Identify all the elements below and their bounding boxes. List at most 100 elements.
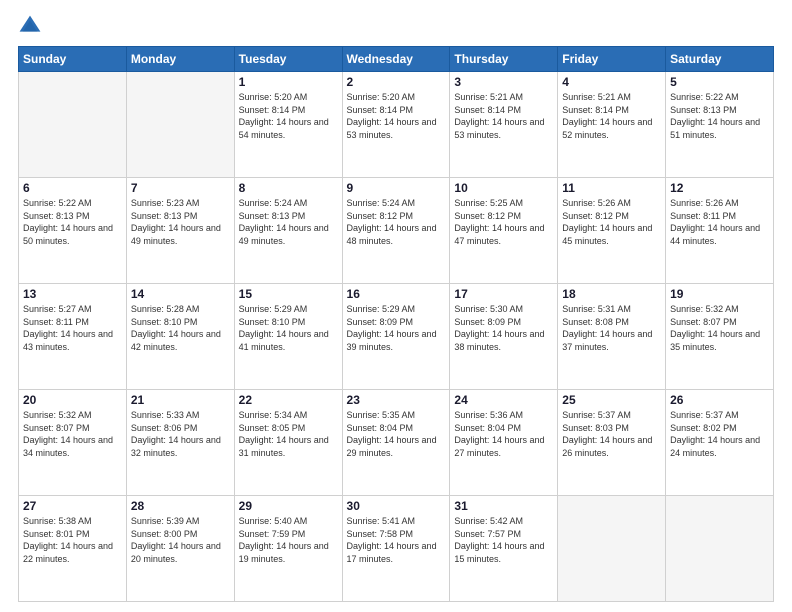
calendar-week-row: 1 Sunrise: 5:20 AM Sunset: 8:14 PM Daylig…: [19, 72, 774, 178]
day-number: 17: [454, 287, 553, 301]
day-info: Sunrise: 5:34 AM Sunset: 8:05 PM Dayligh…: [239, 409, 338, 459]
day-info: Sunrise: 5:40 AM Sunset: 7:59 PM Dayligh…: [239, 515, 338, 565]
day-number: 11: [562, 181, 661, 195]
calendar-cell: 8Sunrise: 5:24 AM Sunset: 8:13 PM Daylig…: [234, 178, 342, 284]
day-number: 22: [239, 393, 338, 407]
day-number: 14: [131, 287, 230, 301]
day-info: Sunrise: 5:26 AM Sunset: 8:12 PM Dayligh…: [562, 197, 661, 247]
day-info: Sunrise: 5:22 AM Sunset: 8:13 PM Dayligh…: [670, 91, 769, 141]
calendar-cell: 30 Sunrise: 5:41 AM Sunset: 7:58 PM Dayli…: [342, 496, 450, 602]
day-info: Sunrise: 5:20 AM Sunset: 8:14 PM Dayligh…: [239, 91, 338, 141]
day-info: Sunrise: 5:21 AM Sunset: 8:14 PM Dayligh…: [454, 91, 553, 141]
calendar-cell: 20 Sunrise: 5:32 AM Sunset: 8:07 PM Dayli…: [19, 390, 127, 496]
day-info: Sunrise: 5:32 AM Sunset: 8:07 PM Dayligh…: [670, 303, 769, 353]
day-info: Sunrise: 5:20 AM Sunset: 8:14 PM Dayligh…: [347, 91, 446, 141]
calendar-week-row: 27Sunrise: 5:38 AM Sunset: 8:01 PM Dayli…: [19, 496, 774, 602]
calendar-cell: 13Sunrise: 5:27 AM Sunset: 8:11 PM Dayli…: [19, 284, 127, 390]
day-number: 3: [454, 75, 553, 89]
calendar-day-header: Tuesday: [234, 47, 342, 72]
day-info: Sunrise: 5:41 AM Sunset: 7:58 PM Dayligh…: [347, 515, 446, 565]
day-info: Sunrise: 5:24 AM Sunset: 8:12 PM Dayligh…: [347, 197, 446, 247]
calendar-cell: 31Sunrise: 5:42 AM Sunset: 7:57 PM Dayli…: [450, 496, 558, 602]
day-info: Sunrise: 5:29 AM Sunset: 8:10 PM Dayligh…: [239, 303, 338, 353]
day-number: 16: [347, 287, 446, 301]
calendar-cell: 26 Sunrise: 5:37 AM Sunset: 8:02 PM Dayli…: [666, 390, 774, 496]
calendar-cell: 2 Sunrise: 5:20 AM Sunset: 8:14 PM Daylig…: [342, 72, 450, 178]
day-number: 24: [454, 393, 553, 407]
calendar-cell: 11 Sunrise: 5:26 AM Sunset: 8:12 PM Dayli…: [558, 178, 666, 284]
day-number: 31: [454, 499, 553, 513]
calendar-cell: 15Sunrise: 5:29 AM Sunset: 8:10 PM Dayli…: [234, 284, 342, 390]
day-info: Sunrise: 5:23 AM Sunset: 8:13 PM Dayligh…: [131, 197, 230, 247]
day-number: 26: [670, 393, 769, 407]
logo: [18, 16, 46, 38]
day-number: 18: [562, 287, 661, 301]
day-info: Sunrise: 5:35 AM Sunset: 8:04 PM Dayligh…: [347, 409, 446, 459]
calendar-cell: 9 Sunrise: 5:24 AM Sunset: 8:12 PM Daylig…: [342, 178, 450, 284]
calendar-week-row: 6 Sunrise: 5:22 AM Sunset: 8:13 PM Daylig…: [19, 178, 774, 284]
calendar-cell: 10 Sunrise: 5:25 AM Sunset: 8:12 PM Dayli…: [450, 178, 558, 284]
calendar-cell: [126, 72, 234, 178]
calendar-cell: 19 Sunrise: 5:32 AM Sunset: 8:07 PM Dayli…: [666, 284, 774, 390]
calendar-cell: 1 Sunrise: 5:20 AM Sunset: 8:14 PM Daylig…: [234, 72, 342, 178]
day-number: 2: [347, 75, 446, 89]
calendar-day-header: Sunday: [19, 47, 127, 72]
day-number: 19: [670, 287, 769, 301]
calendar-cell: 23 Sunrise: 5:35 AM Sunset: 8:04 PM Dayli…: [342, 390, 450, 496]
day-info: Sunrise: 5:25 AM Sunset: 8:12 PM Dayligh…: [454, 197, 553, 247]
day-number: 30: [347, 499, 446, 513]
calendar: SundayMondayTuesdayWednesdayThursdayFrid…: [18, 46, 774, 602]
day-info: Sunrise: 5:31 AM Sunset: 8:08 PM Dayligh…: [562, 303, 661, 353]
day-number: 4: [562, 75, 661, 89]
day-number: 7: [131, 181, 230, 195]
day-number: 25: [562, 393, 661, 407]
calendar-cell: 25 Sunrise: 5:37 AM Sunset: 8:03 PM Dayli…: [558, 390, 666, 496]
day-info: Sunrise: 5:39 AM Sunset: 8:00 PM Dayligh…: [131, 515, 230, 565]
calendar-cell: 4 Sunrise: 5:21 AM Sunset: 8:14 PM Daylig…: [558, 72, 666, 178]
day-number: 1: [239, 75, 338, 89]
calendar-cell: 28 Sunrise: 5:39 AM Sunset: 8:00 PM Dayli…: [126, 496, 234, 602]
day-number: 10: [454, 181, 553, 195]
calendar-cell: 16 Sunrise: 5:29 AM Sunset: 8:09 PM Dayli…: [342, 284, 450, 390]
calendar-cell: 5 Sunrise: 5:22 AM Sunset: 8:13 PM Daylig…: [666, 72, 774, 178]
calendar-day-header: Wednesday: [342, 47, 450, 72]
day-info: Sunrise: 5:37 AM Sunset: 8:02 PM Dayligh…: [670, 409, 769, 459]
day-info: Sunrise: 5:21 AM Sunset: 8:14 PM Dayligh…: [562, 91, 661, 141]
page-header: [18, 16, 774, 38]
day-number: 6: [23, 181, 122, 195]
calendar-cell: 27Sunrise: 5:38 AM Sunset: 8:01 PM Dayli…: [19, 496, 127, 602]
day-info: Sunrise: 5:36 AM Sunset: 8:04 PM Dayligh…: [454, 409, 553, 459]
calendar-cell: [558, 496, 666, 602]
calendar-cell: 29Sunrise: 5:40 AM Sunset: 7:59 PM Dayli…: [234, 496, 342, 602]
day-info: Sunrise: 5:32 AM Sunset: 8:07 PM Dayligh…: [23, 409, 122, 459]
day-number: 28: [131, 499, 230, 513]
calendar-day-header: Thursday: [450, 47, 558, 72]
calendar-cell: 6 Sunrise: 5:22 AM Sunset: 8:13 PM Daylig…: [19, 178, 127, 284]
calendar-week-row: 20 Sunrise: 5:32 AM Sunset: 8:07 PM Dayli…: [19, 390, 774, 496]
day-info: Sunrise: 5:33 AM Sunset: 8:06 PM Dayligh…: [131, 409, 230, 459]
day-info: Sunrise: 5:29 AM Sunset: 8:09 PM Dayligh…: [347, 303, 446, 353]
day-info: Sunrise: 5:26 AM Sunset: 8:11 PM Dayligh…: [670, 197, 769, 247]
day-info: Sunrise: 5:24 AM Sunset: 8:13 PM Dayligh…: [239, 197, 338, 247]
calendar-header-row: SundayMondayTuesdayWednesdayThursdayFrid…: [19, 47, 774, 72]
calendar-cell: 21 Sunrise: 5:33 AM Sunset: 8:06 PM Dayli…: [126, 390, 234, 496]
day-number: 12: [670, 181, 769, 195]
day-number: 5: [670, 75, 769, 89]
calendar-cell: [666, 496, 774, 602]
day-number: 9: [347, 181, 446, 195]
day-number: 20: [23, 393, 122, 407]
day-number: 23: [347, 393, 446, 407]
calendar-cell: 14Sunrise: 5:28 AM Sunset: 8:10 PM Dayli…: [126, 284, 234, 390]
calendar-cell: 3 Sunrise: 5:21 AM Sunset: 8:14 PM Daylig…: [450, 72, 558, 178]
calendar-cell: [19, 72, 127, 178]
day-number: 21: [131, 393, 230, 407]
day-number: 27: [23, 499, 122, 513]
calendar-cell: 7 Sunrise: 5:23 AM Sunset: 8:13 PM Daylig…: [126, 178, 234, 284]
day-number: 13: [23, 287, 122, 301]
day-info: Sunrise: 5:22 AM Sunset: 8:13 PM Dayligh…: [23, 197, 122, 247]
calendar-cell: 12 Sunrise: 5:26 AM Sunset: 8:11 PM Dayli…: [666, 178, 774, 284]
calendar-day-header: Friday: [558, 47, 666, 72]
day-info: Sunrise: 5:37 AM Sunset: 8:03 PM Dayligh…: [562, 409, 661, 459]
calendar-cell: 18 Sunrise: 5:31 AM Sunset: 8:08 PM Dayli…: [558, 284, 666, 390]
calendar-day-header: Monday: [126, 47, 234, 72]
